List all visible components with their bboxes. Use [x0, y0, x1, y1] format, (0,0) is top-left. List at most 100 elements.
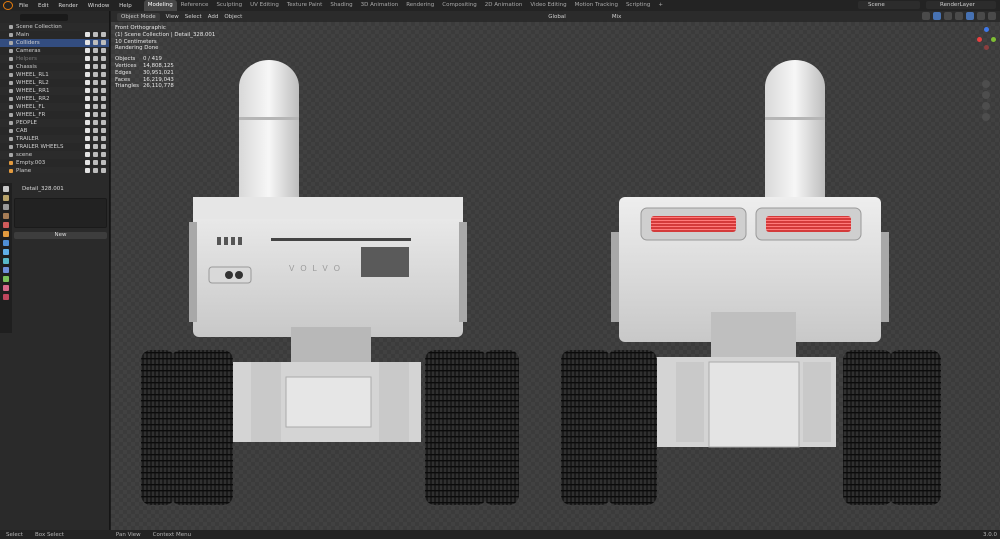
- ortho-toggle-icon[interactable]: [982, 113, 990, 121]
- xray-toggle-icon[interactable]: [944, 12, 952, 20]
- rendered-shading-icon[interactable]: [988, 12, 996, 20]
- checkbox-icon[interactable]: [85, 80, 90, 85]
- gizmo-toggle-icon[interactable]: [922, 12, 930, 20]
- checkbox-icon[interactable]: [85, 112, 90, 117]
- outliner-row[interactable]: WHEEL_RR1: [0, 87, 109, 95]
- checkbox-icon[interactable]: [85, 128, 90, 133]
- checkbox-icon[interactable]: [85, 160, 90, 165]
- navigation-gizmo[interactable]: [976, 25, 996, 85]
- camera-icon[interactable]: [101, 64, 106, 69]
- scene-tab-icon[interactable]: [3, 213, 9, 219]
- checkbox-icon[interactable]: [85, 40, 90, 45]
- checkbox-icon[interactable]: [85, 48, 90, 53]
- eye-icon[interactable]: [93, 152, 98, 157]
- eye-icon[interactable]: [93, 40, 98, 45]
- checkbox-icon[interactable]: [85, 144, 90, 149]
- eye-icon[interactable]: [93, 136, 98, 141]
- tab-uv-editing[interactable]: UV Editing: [246, 0, 283, 11]
- menu-view[interactable]: View: [166, 14, 179, 20]
- eye-icon[interactable]: [93, 72, 98, 77]
- outliner-row[interactable]: Cameras: [0, 47, 109, 55]
- particles-tab-icon[interactable]: [3, 249, 9, 255]
- outliner-search-input[interactable]: [20, 13, 68, 21]
- camera-icon[interactable]: [101, 128, 106, 133]
- eye-icon[interactable]: [93, 112, 98, 117]
- z-axis-icon[interactable]: [984, 27, 989, 32]
- eye-icon[interactable]: [93, 144, 98, 149]
- outliner-root[interactable]: Scene Collection: [0, 23, 109, 31]
- checkbox-icon[interactable]: [85, 104, 90, 109]
- eye-icon[interactable]: [93, 64, 98, 69]
- checkbox-icon[interactable]: [85, 56, 90, 61]
- camera-icon[interactable]: [101, 32, 106, 37]
- eye-icon[interactable]: [93, 48, 98, 53]
- camera-view-icon[interactable]: [982, 102, 990, 110]
- checkbox-icon[interactable]: [85, 96, 90, 101]
- material-slot-list[interactable]: [14, 198, 107, 228]
- tab-scripting[interactable]: Scripting: [622, 0, 654, 11]
- outliner-row[interactable]: TRAILER WHEELS: [0, 143, 109, 151]
- checkbox-icon[interactable]: [85, 120, 90, 125]
- menu-window[interactable]: Window: [88, 3, 110, 9]
- camera-icon[interactable]: [101, 48, 106, 53]
- tool-tab-icon[interactable]: [3, 186, 9, 192]
- tab-texture-paint[interactable]: Texture Paint: [283, 0, 327, 11]
- eye-icon[interactable]: [93, 88, 98, 93]
- tab-modeling[interactable]: Modeling: [143, 0, 177, 11]
- menu-edit[interactable]: Edit: [38, 3, 49, 9]
- camera-icon[interactable]: [101, 40, 106, 45]
- tab-compositing[interactable]: Compositing: [438, 0, 480, 11]
- checkbox-icon[interactable]: [85, 72, 90, 77]
- tab-shading[interactable]: Shading: [326, 0, 356, 11]
- outliner-row[interactable]: Empty.003: [0, 159, 109, 167]
- 3d-viewport[interactable]: VOLVO Object Mode View Select Add Object…: [111, 11, 1000, 530]
- eye-icon[interactable]: [93, 128, 98, 133]
- blender-logo-icon[interactable]: [3, 1, 13, 10]
- neg-x-axis-icon[interactable]: [984, 45, 989, 50]
- world-tab-icon[interactable]: [3, 222, 9, 228]
- outliner-row[interactable]: WHEEL_RR2: [0, 95, 109, 103]
- menu-add[interactable]: Add: [208, 14, 219, 20]
- physics-tab-icon[interactable]: [3, 258, 9, 264]
- eye-icon[interactable]: [93, 80, 98, 85]
- tab-rendering[interactable]: Rendering: [402, 0, 438, 11]
- tab-reference[interactable]: Reference: [177, 0, 213, 11]
- snap-dropdown[interactable]: Mix: [612, 14, 622, 20]
- constraints-tab-icon[interactable]: [3, 267, 9, 273]
- camera-icon[interactable]: [101, 96, 106, 101]
- eye-icon[interactable]: [93, 32, 98, 37]
- checkbox-icon[interactable]: [85, 32, 90, 37]
- new-material-button[interactable]: New: [14, 232, 107, 239]
- camera-icon[interactable]: [101, 72, 106, 77]
- camera-icon[interactable]: [101, 144, 106, 149]
- menu-object[interactable]: Object: [224, 14, 242, 20]
- camera-icon[interactable]: [101, 112, 106, 117]
- view-layer-selector[interactable]: RenderLayer: [926, 1, 996, 9]
- outliner-row[interactable]: Chassis: [0, 63, 109, 71]
- camera-icon[interactable]: [101, 136, 106, 141]
- eye-icon[interactable]: [93, 104, 98, 109]
- tab-2d-animation[interactable]: 2D Animation: [481, 0, 527, 11]
- menu-help[interactable]: Help: [119, 3, 132, 9]
- outliner-row[interactable]: CAB: [0, 127, 109, 135]
- wireframe-shading-icon[interactable]: [955, 12, 963, 20]
- tab-sculpting[interactable]: Sculpting: [212, 0, 246, 11]
- zoom-icon[interactable]: [982, 80, 990, 88]
- menu-file[interactable]: File: [19, 3, 28, 9]
- solid-shading-icon[interactable]: [966, 12, 974, 20]
- checkbox-icon[interactable]: [85, 152, 90, 157]
- x-axis-icon[interactable]: [977, 37, 982, 42]
- outliner-row[interactable]: TRAILER: [0, 135, 109, 143]
- object-tab-icon[interactable]: [3, 231, 9, 237]
- eye-icon[interactable]: [93, 56, 98, 61]
- outliner-row[interactable]: scene: [0, 151, 109, 159]
- mode-selector[interactable]: Object Mode: [117, 12, 160, 21]
- eye-icon[interactable]: [93, 120, 98, 125]
- checkbox-icon[interactable]: [85, 136, 90, 141]
- menu-select[interactable]: Select: [185, 14, 202, 20]
- tab-motion-tracking[interactable]: Motion Tracking: [571, 0, 622, 11]
- outliner-row[interactable]: PEOPLE: [0, 119, 109, 127]
- material-shading-icon[interactable]: [977, 12, 985, 20]
- camera-icon[interactable]: [101, 152, 106, 157]
- outliner-row[interactable]: Helpers: [0, 55, 109, 63]
